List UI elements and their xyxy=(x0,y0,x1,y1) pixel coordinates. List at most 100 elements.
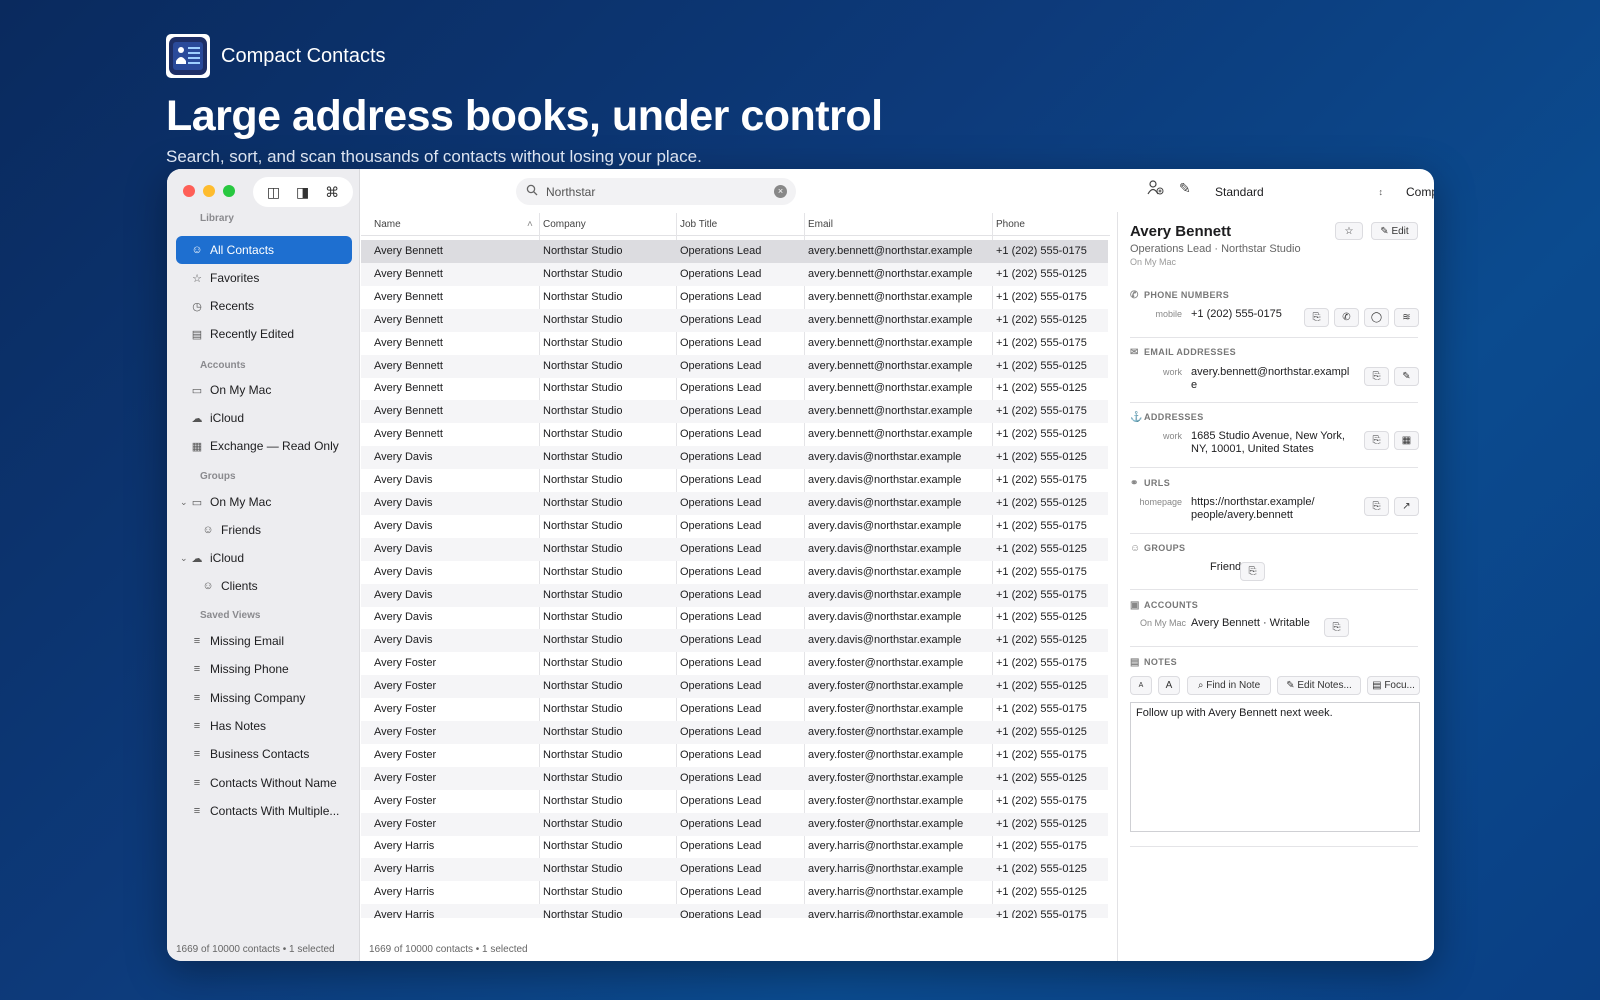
call-icon[interactable]: ✆ xyxy=(1334,308,1359,327)
sidebar-item-icloud[interactable]: ⌄ ☁ iCloud xyxy=(176,544,352,572)
edit-notes-button[interactable]: ✎ Edit Notes... xyxy=(1277,676,1361,695)
table-row[interactable]: Avery Harris Northstar Studio Operations L… xyxy=(361,904,1108,918)
find-in-note-button[interactable]: ⌕ Find in Note xyxy=(1187,676,1271,695)
facetime-audio-icon[interactable]: ≋ xyxy=(1394,308,1419,327)
copy-icon[interactable]: ⎘ xyxy=(1240,562,1265,581)
cell-name: Avery Foster xyxy=(374,725,437,738)
sidebar-item-all-contacts[interactable]: ☺ All Contacts xyxy=(176,236,352,264)
table-row[interactable]: Avery Davis Northstar Studio Operations Le… xyxy=(361,491,1108,515)
table-row[interactable]: Avery Davis Northstar Studio Operations Le… xyxy=(361,515,1108,538)
table-row[interactable]: Avery Foster Northstar Studio Operations L… xyxy=(361,744,1108,767)
favorite-star-icon[interactable]: ☆ xyxy=(1335,222,1363,240)
column-header-job-title[interactable]: Job Title xyxy=(680,219,717,230)
cell-company: Northstar Studio xyxy=(543,863,623,876)
disclosure-chevron-icon[interactable]: ⌄ xyxy=(180,497,188,508)
email-value[interactable]: avery.bennett@northstar.example xyxy=(1191,366,1354,392)
edit-button[interactable]: ✎ Edit xyxy=(1371,222,1418,240)
copy-icon[interactable]: ⎘ xyxy=(1364,431,1389,450)
table-row[interactable]: Avery Davis Northstar Studio Operations Le… xyxy=(361,469,1108,492)
sidebar-item-favorites[interactable]: ☆ Favorites xyxy=(176,264,352,292)
copy-icon[interactable]: ⎘ xyxy=(1364,497,1389,516)
table-row[interactable]: Avery Davis Northstar Studio Operations Le… xyxy=(361,629,1108,653)
table-row[interactable]: Avery Foster Northstar Studio Operations L… xyxy=(361,812,1108,836)
edit-contact-icon[interactable]: ✎ xyxy=(1179,180,1191,197)
font-larger-button[interactable]: A xyxy=(1158,676,1180,695)
view-mode-value: Standard xyxy=(1215,184,1264,199)
table-row[interactable]: Avery Davis Northstar Studio Operations Le… xyxy=(361,606,1108,629)
sidebar-item-recently-edited[interactable]: ▤ Recently Edited xyxy=(176,320,352,348)
url-value[interactable]: https://northstar.example/ people/avery.… xyxy=(1191,496,1341,522)
table-row[interactable]: Avery Harris Northstar Studio Operations L… xyxy=(361,881,1108,904)
sidebar-item-clients[interactable]: ☺ Clients xyxy=(176,572,352,600)
phone-value[interactable]: +1 (202) 555-0175 xyxy=(1191,308,1282,321)
column-header-company[interactable]: Company xyxy=(543,219,586,230)
add-contact-icon[interactable] xyxy=(1147,180,1164,198)
copy-icon[interactable]: ⎘ xyxy=(1364,367,1389,386)
inspector-toggle-icon[interactable]: ◨ xyxy=(296,184,309,201)
minimize-window-button[interactable] xyxy=(203,185,215,197)
sidebar-item-exchange-read-only[interactable]: ▦ Exchange — Read Only xyxy=(176,432,352,460)
sidebar-item-contacts-without-name[interactable]: ≡ Contacts Without Name xyxy=(176,769,352,797)
notes-icon: ▤ xyxy=(1130,657,1140,668)
table-row[interactable]: Avery Harris Northstar Studio Operations L… xyxy=(361,858,1108,882)
table-row[interactable]: Avery Bennett Northstar Studio Operations … xyxy=(361,400,1108,424)
density-select[interactable]: Compact ↕ xyxy=(1398,178,1434,205)
table-row[interactable]: Avery Bennett Northstar Studio Operations … xyxy=(361,286,1108,309)
column-header-email[interactable]: Email xyxy=(808,219,833,230)
copy-icon[interactable]: ⎘ xyxy=(1304,308,1329,327)
sidebar-item-icloud[interactable]: ☁ iCloud xyxy=(176,404,352,432)
sidebar-item-contacts-with-multiple[interactable]: ≡ Contacts With Multiple... xyxy=(176,797,352,825)
sidebar-item-recents[interactable]: ◷ Recents xyxy=(176,292,352,320)
table-row[interactable]: Avery Bennett Northstar Studio Operations … xyxy=(361,262,1108,286)
table-row[interactable]: Avery Foster Northstar Studio Operations L… xyxy=(361,698,1108,721)
address-value[interactable]: 1685 Studio Avenue, New York, NY, 10001,… xyxy=(1191,430,1356,456)
sidebar-item-on-my-mac[interactable]: ▭ On My Mac xyxy=(176,376,352,404)
compose-email-icon[interactable]: ✎ xyxy=(1394,367,1419,386)
table-row[interactable]: Avery Bennett Northstar Studio Operations … xyxy=(361,332,1108,355)
table-row[interactable]: Avery Bennett Northstar Studio Operations … xyxy=(361,308,1108,332)
disclosure-chevron-icon[interactable]: ⌄ xyxy=(180,553,188,564)
font-smaller-button[interactable]: A xyxy=(1130,676,1152,695)
table-row[interactable]: Avery Davis Northstar Studio Operations Le… xyxy=(361,446,1108,470)
zoom-window-button[interactable] xyxy=(223,185,235,197)
sidebar-item-business-contacts[interactable]: ≡ Business Contacts xyxy=(176,740,352,768)
sidebar-item-label: Contacts Without Name xyxy=(210,775,337,790)
table-row[interactable]: Avery Foster Northstar Studio Operations L… xyxy=(361,766,1108,790)
table-row[interactable]: Avery Foster Northstar Studio Operations L… xyxy=(361,652,1108,675)
table-row[interactable]: Avery Davis Northstar Studio Operations Le… xyxy=(361,583,1108,607)
sidebar-toggle-icon[interactable]: ◫ xyxy=(267,184,280,201)
sidebar-item-on-my-mac[interactable]: ⌄ ▭ On My Mac xyxy=(176,488,352,516)
sidebar-item-label: iCloud xyxy=(210,551,245,565)
table-row[interactable]: Avery Foster Northstar Studio Operations L… xyxy=(361,720,1108,744)
email-section-title: EMAIL ADDRESSES xyxy=(1144,347,1237,357)
table-row[interactable]: Avery Foster Northstar Studio Operations L… xyxy=(361,675,1108,699)
view-mode-select[interactable]: Standard ↕ xyxy=(1207,178,1391,205)
sidebar-item-missing-email[interactable]: ≡ Missing Email xyxy=(176,627,352,655)
table-row[interactable]: Avery Bennett Northstar Studio Operations … xyxy=(361,240,1108,263)
open-link-icon[interactable]: ↗ xyxy=(1394,497,1419,516)
sidebar-item-icon: ◷ xyxy=(192,300,202,313)
table-row[interactable]: Avery Bennett Northstar Studio Operations … xyxy=(361,423,1108,446)
command-icon[interactable]: ⌘ xyxy=(325,184,339,201)
table-row[interactable]: Avery Foster Northstar Studio Operations L… xyxy=(361,790,1108,813)
sidebar-item-friends[interactable]: ☺ Friends xyxy=(176,516,352,544)
column-header-phone[interactable]: Phone xyxy=(996,219,1025,230)
table-row[interactable]: Avery Bennett Northstar Studio Operations … xyxy=(361,377,1108,400)
table-row[interactable]: Avery Davis Northstar Studio Operations Le… xyxy=(361,561,1108,584)
cell-phone: +1 (202) 555-0175 xyxy=(996,840,1087,853)
cell-company: Northstar Studio xyxy=(543,680,623,693)
column-header-name[interactable]: Name xyxy=(374,219,401,230)
sidebar-item-missing-company[interactable]: ≡ Missing Company xyxy=(176,684,352,712)
table-row[interactable]: Avery Davis Northstar Studio Operations Le… xyxy=(361,537,1108,561)
sidebar-item-has-notes[interactable]: ≡ Has Notes xyxy=(176,712,352,740)
map-icon[interactable]: ▦ xyxy=(1394,431,1419,450)
close-window-button[interactable] xyxy=(183,185,195,197)
cell-job-title: Operations Lead xyxy=(680,840,762,853)
copy-icon[interactable]: ⎘ xyxy=(1324,618,1349,637)
focus-notes-button[interactable]: ▤ Focu... xyxy=(1367,676,1420,695)
sidebar-item-missing-phone[interactable]: ≡ Missing Phone xyxy=(176,655,352,683)
notes-textarea[interactable]: Follow up with Avery Bennett next week. xyxy=(1130,702,1420,832)
message-icon[interactable]: ◯ xyxy=(1364,308,1389,327)
table-row[interactable]: Avery Bennett Northstar Studio Operations … xyxy=(361,354,1108,378)
table-row[interactable]: Avery Harris Northstar Studio Operations L… xyxy=(361,835,1108,858)
